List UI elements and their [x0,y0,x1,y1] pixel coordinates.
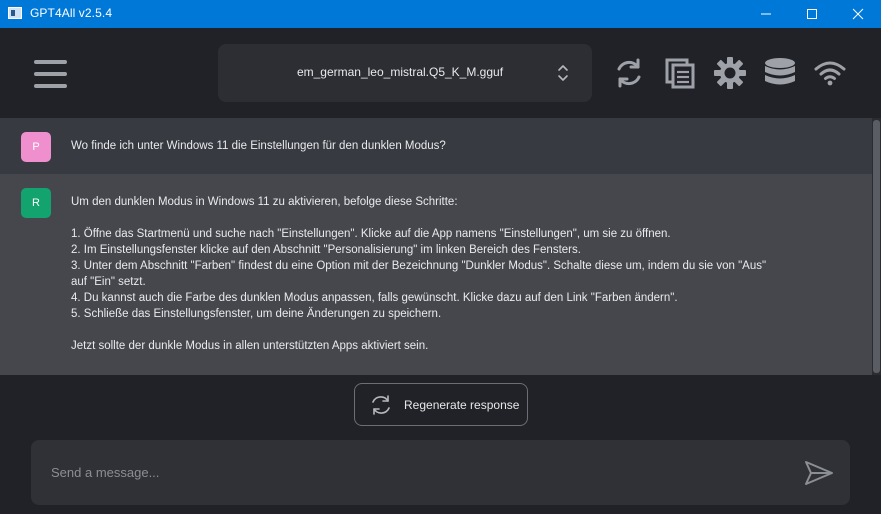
window-title: GPT4All v2.5.4 [30,6,113,20]
response-intro: Um den dunklen Modus in Windows 11 zu ak… [71,196,458,208]
send-icon[interactable] [803,457,835,489]
app-logo-icon [8,7,22,19]
title-bar: GPT4All v2.5.4 [0,0,881,28]
prompt-text: Wo finde ich unter Windows 11 die Einste… [71,140,446,152]
minimize-icon [761,13,771,15]
regenerate-response-button[interactable]: Regenerate response [354,383,528,426]
close-icon [852,8,864,20]
settings-gear-icon[interactable] [713,56,747,90]
message-input[interactable] [31,440,791,505]
chat-scrollbar[interactable] [872,118,881,375]
model-selector[interactable]: em_german_leo_mistral.Q5_K_M.gguf [218,44,592,102]
copy-chat-icon[interactable] [663,56,697,90]
wifi-network-icon[interactable] [813,56,847,90]
response-step: 4. Du kannst auch die Farbe des dunklen … [71,292,678,304]
minimize-button[interactable] [743,0,789,28]
response-step: 3. Unter dem Abschnitt "Farben" findest … [71,260,767,288]
response-outro: Jetzt sollte der dunkle Modus in allen u… [71,340,429,352]
response-avatar: R [21,188,51,218]
database-localdocs-icon[interactable] [763,56,797,90]
scrollbar-thumb[interactable] [873,120,880,373]
updown-chevron-icon [558,65,568,81]
model-name: em_german_leo_mistral.Q5_K_M.gguf [296,65,504,79]
maximize-button[interactable] [789,0,835,28]
regenerate-label: Regenerate response [404,398,520,412]
prompt-message: P Wo finde ich unter Windows 11 die Eins… [0,118,881,174]
response-step: 2. Im Einstellungsfenster klicke auf den… [71,244,581,256]
response-text: Um den dunklen Modus in Windows 11 zu ak… [71,194,791,354]
toolbar: em_german_leo_mistral.Q5_K_M.gguf [0,28,881,118]
regenerate-icon [372,395,390,415]
close-button[interactable] [835,0,881,28]
response-step: 1. Öffne das Startmenü und suche nach "E… [71,228,671,240]
hamburger-menu-icon[interactable] [34,58,68,90]
maximize-icon [807,9,817,19]
response-step: 5. Schließe das Einstellungsfenster, um … [71,308,442,320]
message-input-container [31,440,850,505]
prompt-avatar: P [21,132,51,162]
reset-chat-icon[interactable] [612,56,646,90]
response-message: R Um den dunklen Modus in Windows 11 zu … [0,174,881,375]
chat-view[interactable]: P Wo finde ich unter Windows 11 die Eins… [0,118,881,375]
